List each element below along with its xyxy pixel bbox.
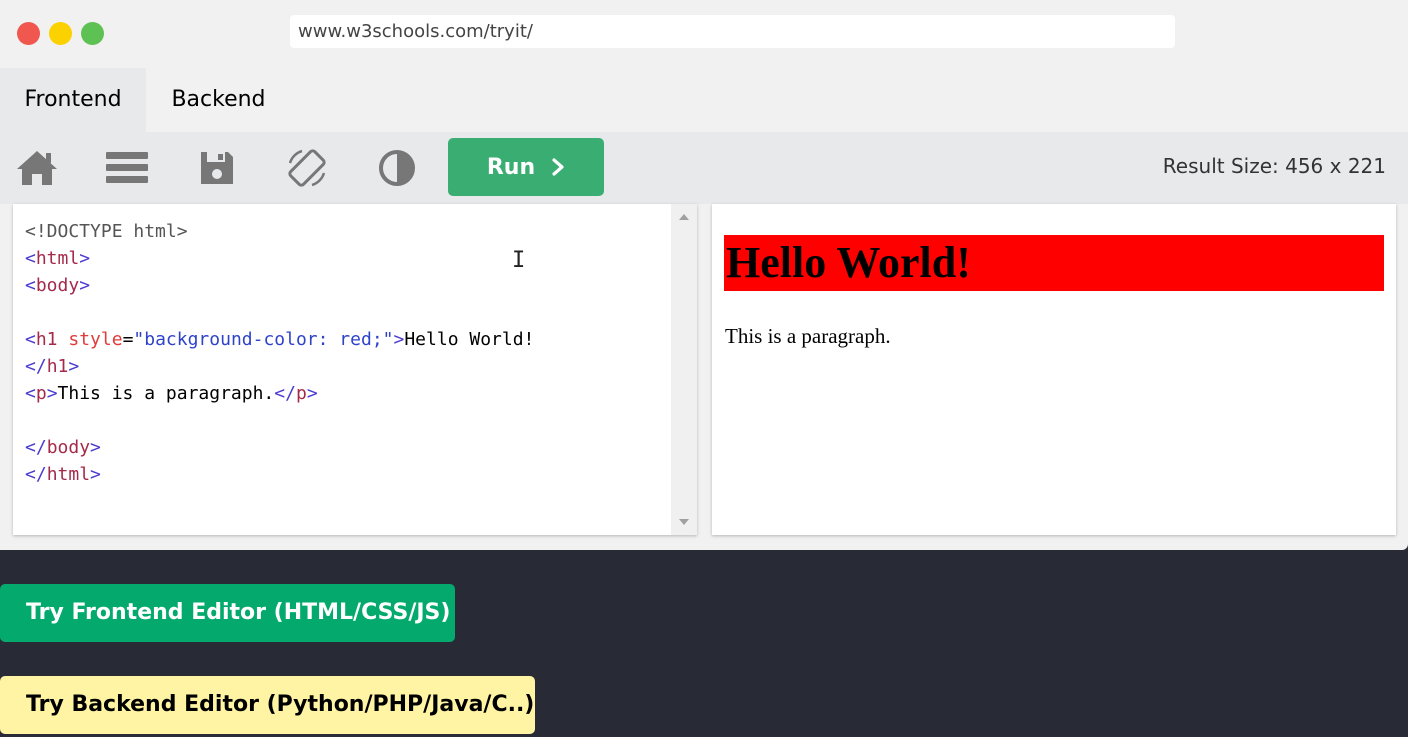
browser-window: www.w3schools.com/tryit/ Frontend Backen… [0, 0, 1408, 550]
run-label: Run [486, 154, 536, 180]
toolbar: Run Result Size: 456 x 221 [0, 132, 1408, 204]
result-paragraph: This is a paragraph. [725, 324, 891, 348]
code-line: </body> [25, 437, 101, 458]
scroll-down-icon[interactable] [679, 519, 689, 525]
close-window-icon[interactable] [17, 22, 40, 45]
save-icon[interactable] [192, 146, 242, 190]
result-size-readout: Result Size: 456 x 221 [1162, 154, 1386, 178]
code-line: <h1 style="background-color: red;">Hello… [25, 329, 535, 350]
code-line: <!DOCTYPE html> [25, 221, 188, 242]
code-content[interactable]: <!DOCTYPE html> <html> <body> <h1 style=… [25, 218, 534, 488]
editor-scrollbar[interactable] [671, 204, 697, 535]
tab-frontend[interactable]: Frontend [0, 68, 146, 132]
editor-tabs: Frontend Backend [0, 68, 1408, 132]
code-line: <body> [25, 275, 91, 296]
try-frontend-editor-button[interactable]: Try Frontend Editor (HTML/CSS/JS) [0, 584, 455, 642]
menu-icon[interactable] [102, 146, 152, 190]
result-pane: Hello World! This is a paragraph. [712, 204, 1396, 535]
maximize-window-icon[interactable] [81, 22, 104, 45]
address-bar[interactable]: www.w3schools.com/tryit/ [290, 15, 1175, 48]
code-line: </h1> [25, 356, 80, 377]
run-button[interactable]: Run [448, 138, 604, 196]
scroll-up-icon[interactable] [679, 214, 689, 220]
home-icon[interactable] [12, 146, 62, 190]
code-line: <html> [25, 248, 91, 269]
rotate-icon[interactable] [282, 146, 332, 190]
try-backend-editor-button[interactable]: Try Backend Editor (Python/PHP/Java/C..) [0, 676, 535, 734]
contrast-icon[interactable] [372, 146, 422, 190]
title-bar: www.w3schools.com/tryit/ [0, 0, 1408, 68]
code-editor[interactable]: <!DOCTYPE html> <html> <body> <h1 style=… [13, 204, 697, 535]
chevron-right-icon [552, 158, 564, 176]
code-line: </html> [25, 464, 101, 485]
tab-backend[interactable]: Backend [146, 68, 291, 132]
result-heading: Hello World! [724, 235, 1384, 291]
text-cursor-icon: I [512, 248, 526, 273]
minimize-window-icon[interactable] [49, 22, 72, 45]
code-line: <p>This is a paragraph.</p> [25, 383, 318, 404]
